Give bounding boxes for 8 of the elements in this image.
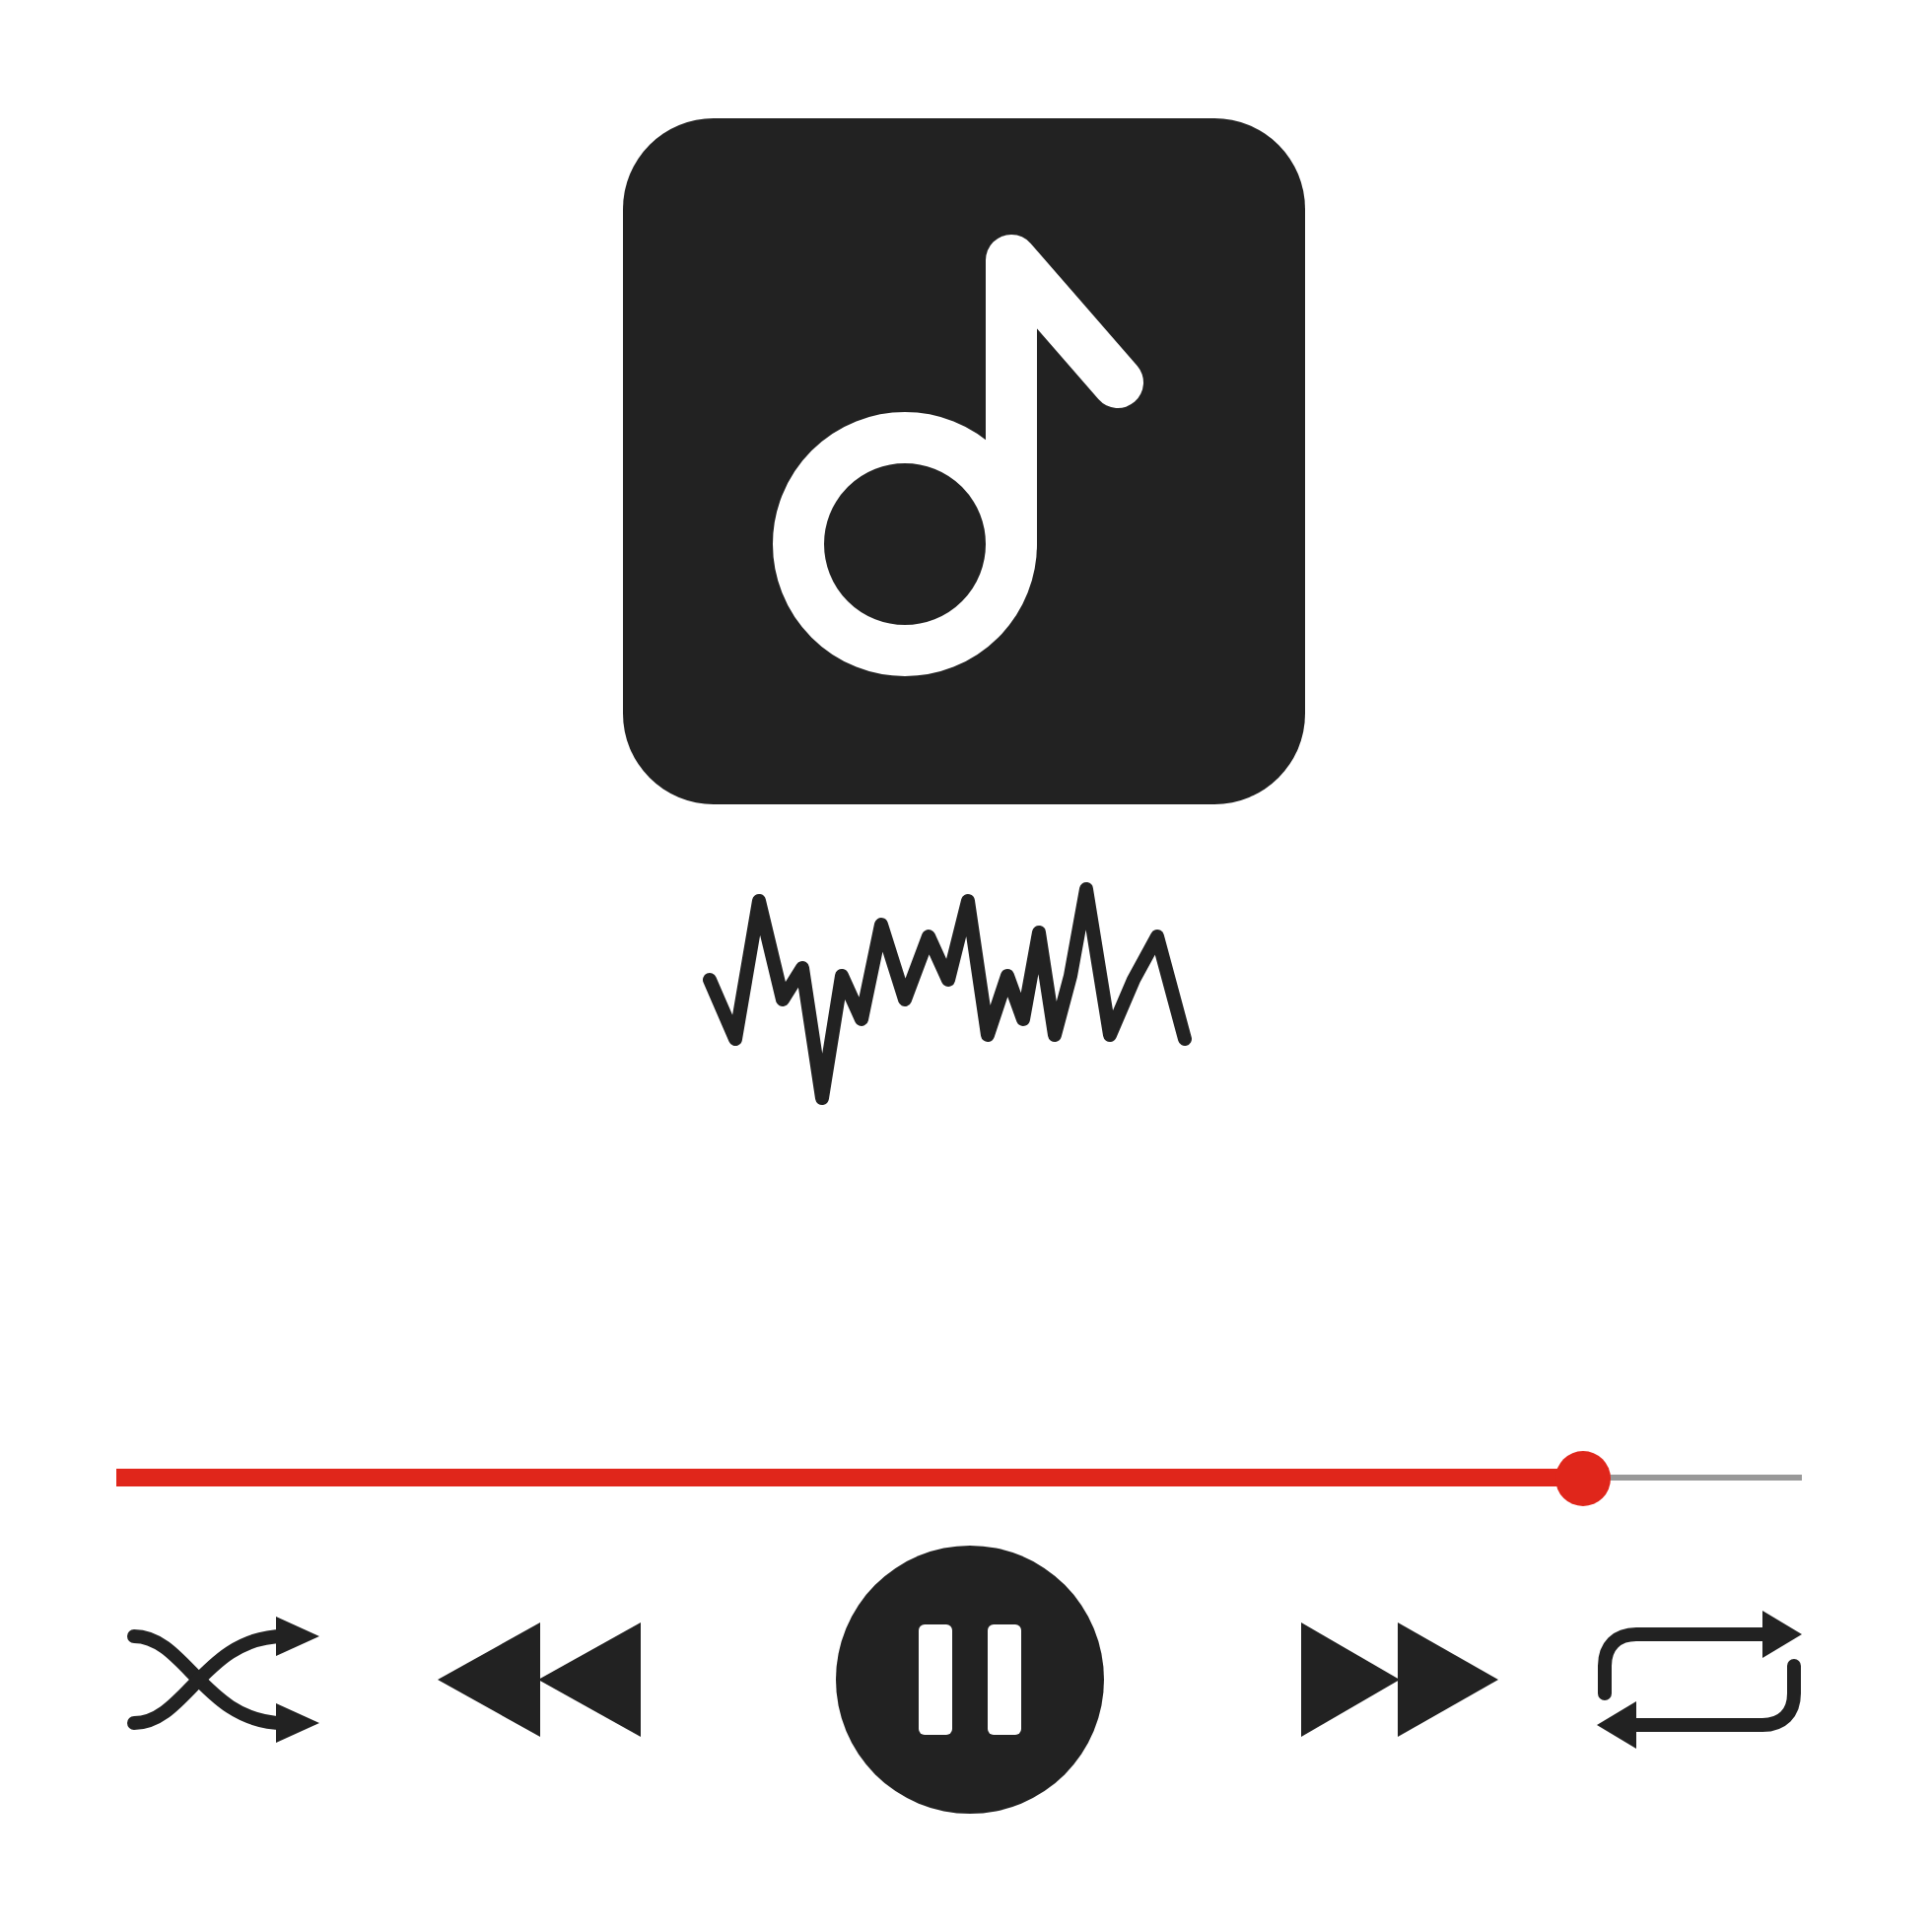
- fast-forward-icon: [1301, 1622, 1498, 1737]
- shuffle-icon: [126, 1617, 319, 1743]
- shuffle-button[interactable]: [126, 1617, 319, 1743]
- rewind-button[interactable]: [438, 1622, 641, 1737]
- rewind-icon: [438, 1622, 641, 1737]
- progress-thumb[interactable]: [1554, 1451, 1611, 1506]
- pause-icon: [919, 1624, 1021, 1735]
- fast-forward-button[interactable]: [1301, 1622, 1498, 1737]
